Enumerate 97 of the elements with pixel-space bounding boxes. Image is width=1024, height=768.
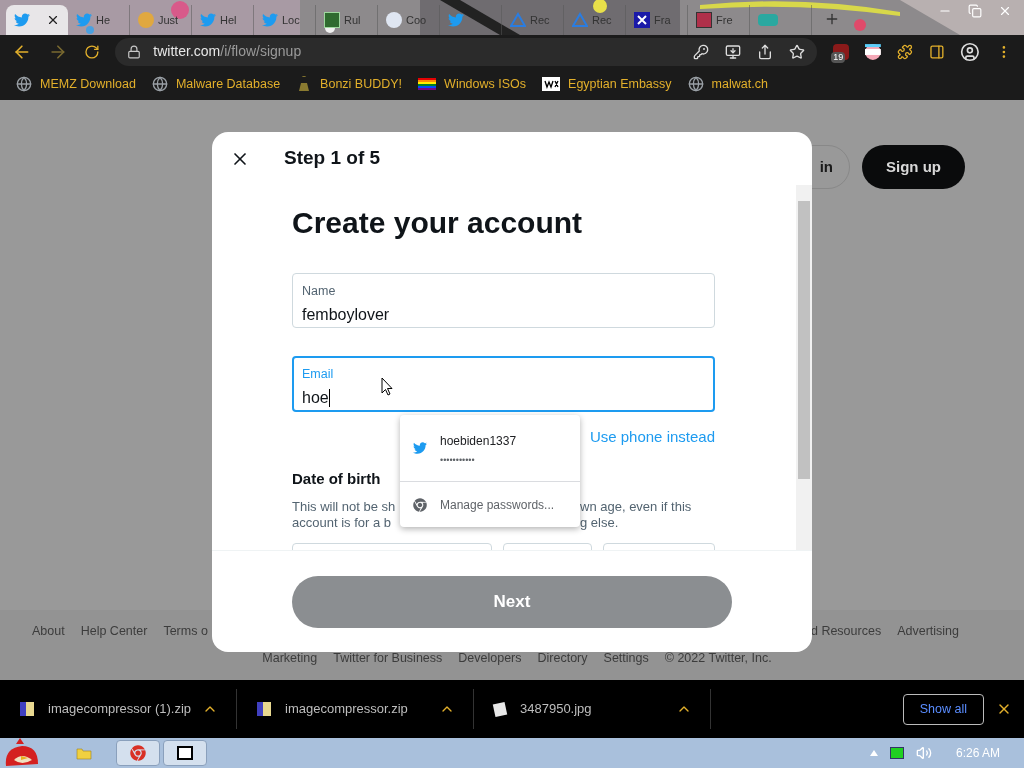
bookmark[interactable]: Malware Database [151, 74, 281, 94]
file-name: imagecompressor (1).zip [48, 700, 192, 719]
bird-icon [448, 12, 464, 28]
archive-app-icon [177, 746, 193, 760]
username-text: hoebiden1337 [440, 433, 517, 450]
wix-logo-icon [542, 77, 561, 91]
download-item[interactable]: imagecompressor.zip [237, 689, 474, 729]
sign-up-button[interactable]: Sign up [862, 145, 965, 189]
key-icon[interactable] [693, 43, 710, 60]
tab-title: Rul [344, 12, 361, 28]
tab-title: Hel [220, 12, 237, 28]
install-icon[interactable] [725, 43, 742, 60]
description-text: wn age, even if this [580, 498, 692, 515]
footer-link[interactable]: Help Center [80, 622, 148, 641]
triangle-icon [510, 12, 526, 28]
footer-link[interactable]: Settings [603, 649, 649, 668]
file-name: imagecompressor.zip [285, 700, 408, 719]
globe-icon [687, 76, 704, 92]
url-text: twitter.com/i/flow/signup [153, 42, 302, 61]
text-field[interactable]: Name femboylover [292, 273, 715, 328]
footer-link[interactable]: Directory [537, 649, 588, 668]
footer-link[interactable]: Terms o [163, 622, 208, 641]
use-phone-link[interactable]: Use phone instead [589, 425, 715, 448]
flag-icon[interactable] [865, 43, 881, 60]
bookmark[interactable]: MEMZ Download [16, 74, 136, 94]
download-item[interactable]: 3487950.jpg [474, 689, 711, 729]
share-icon[interactable] [757, 43, 774, 60]
scrollbar[interactable] [796, 185, 812, 550]
tab-title: He [96, 12, 111, 28]
battery-icon[interactable] [889, 747, 904, 759]
field-label: Name [302, 283, 337, 300]
text-field[interactable]: Email hoe [292, 355, 715, 412]
chrome-icon [130, 745, 146, 761]
footer-link[interactable]: d Resources [810, 622, 882, 641]
side-panel-icon[interactable] [928, 43, 945, 60]
description-text: g else. [580, 514, 619, 531]
bird-icon [413, 441, 427, 455]
profile-icon[interactable] [960, 41, 981, 62]
archive-icon [20, 702, 34, 716]
grid-icon [324, 12, 340, 28]
bookmark[interactable]: Bonzi BUDDY! [296, 74, 403, 94]
globe-icon [16, 76, 32, 92]
extension-badge: 19 [831, 51, 846, 63]
description-text: This will not be sh [292, 498, 396, 514]
star-icon[interactable] [789, 43, 806, 60]
extension-icon[interactable]: 19 [833, 43, 849, 60]
tab-title: Coo [406, 12, 427, 28]
bird-icon [200, 12, 216, 28]
triangle-icon [572, 12, 588, 28]
image-file-icon [492, 701, 508, 717]
section-heading: Date of birth [292, 469, 382, 489]
tab-title: Rec [530, 12, 550, 28]
address-bar[interactable]: twitter.com/i/flow/signup [115, 37, 818, 66]
cursor-icon [381, 377, 393, 396]
new-tab-icon[interactable] [824, 11, 840, 27]
bird-icon [76, 12, 92, 28]
password-dots: ••••••••••• [440, 456, 476, 464]
rainbow-flag-icon [418, 78, 437, 90]
tab-title: Rec [592, 12, 612, 28]
footer-link[interactable]: Twitter for Business [333, 649, 443, 668]
description-text: account is for a b [292, 514, 391, 530]
archive-icon [257, 702, 271, 716]
tab-title: Fra [654, 12, 671, 28]
tab-title: Fre [716, 12, 733, 28]
puzzle-icon[interactable] [896, 43, 913, 60]
footer-link[interactable]: Developers [458, 649, 522, 668]
image-icon [696, 12, 712, 28]
footer-link[interactable]: Advertising [897, 622, 959, 641]
tab-title: Just [158, 12, 179, 28]
footer-link[interactable]: © 2022 Twitter, Inc. [664, 649, 772, 668]
show-all-button[interactable]: Show all [902, 693, 984, 725]
globe-icon [151, 76, 168, 92]
footer-link[interactable]: Marketing [262, 649, 318, 668]
bird-icon [262, 12, 278, 28]
dialog-heading: Create your account [292, 205, 584, 241]
reload-icon[interactable] [83, 43, 100, 60]
file-name: 3487950.jpg [520, 700, 592, 719]
close-icon[interactable] [46, 13, 60, 27]
footer-link[interactable]: About [32, 622, 65, 641]
scrollbar-thumb[interactable] [798, 201, 810, 479]
lock-icon [127, 44, 142, 59]
field-value: femboylover [302, 304, 391, 325]
field-label: Email [302, 365, 335, 383]
bird-icon [14, 12, 30, 28]
saved-password-item[interactable]: hoebiden1337 ••••••••••• [400, 415, 580, 481]
manage-passwords-item[interactable]: Manage passwords... [400, 482, 580, 527]
game-icon [758, 14, 778, 26]
chrome-icon [413, 497, 427, 512]
field-value: hoe [302, 387, 331, 409]
taskbar-button[interactable] [163, 740, 207, 766]
bookmark[interactable]: Egyptian Embassy [542, 74, 672, 94]
step-title: Step 1 of 5 [284, 146, 381, 171]
bookmark[interactable]: malwat.ch [687, 74, 768, 94]
tab-title: Loc [282, 12, 300, 28]
cross-square-icon [634, 12, 650, 28]
bookmark[interactable]: Windows ISOs [418, 74, 527, 94]
download-item[interactable]: imagecompressor (1).zip [0, 689, 237, 729]
